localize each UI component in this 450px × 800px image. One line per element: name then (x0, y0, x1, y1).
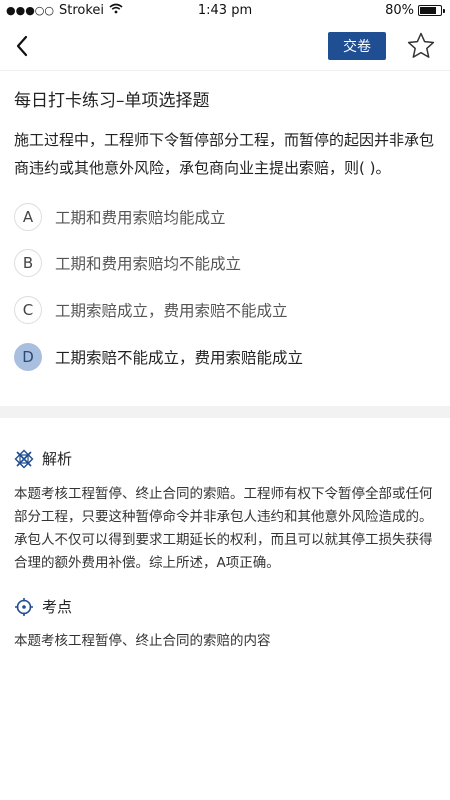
analysis-header: 解析 (14, 448, 72, 469)
analysis-icon (14, 449, 34, 468)
key-point-header: 考点 (14, 596, 72, 617)
nav-bar: 交卷 (0, 22, 450, 71)
option-a[interactable]: A 工期和费用索赔均能成立 (14, 200, 434, 234)
target-icon (15, 597, 33, 616)
status-right: 80% (385, 3, 445, 18)
key-point-title: 考点 (42, 598, 73, 616)
option-letter: C (14, 296, 42, 324)
analysis-title: 解析 (42, 450, 73, 468)
option-letter: B (14, 249, 42, 277)
option-text: 工期索赔不能成立，费用索赔能成立 (55, 349, 304, 367)
option-b[interactable]: B 工期和费用索赔均不能成立 (14, 246, 434, 280)
battery-percent: 80% (385, 3, 414, 18)
back-button[interactable] (10, 32, 34, 60)
battery-tip (443, 9, 445, 13)
status-bar: ●●●○○ Strokei 1:43 pm 80% (0, 0, 450, 22)
option-letter-selected: D (14, 343, 42, 371)
star-icon (407, 32, 435, 58)
option-c[interactable]: C 工期索赔成立，费用索赔不能成立 (14, 293, 434, 327)
section-divider (0, 406, 450, 418)
option-letter: A (14, 203, 42, 231)
submit-exam-button[interactable]: 交卷 (328, 32, 386, 60)
status-time: 1:43 pm (197, 3, 253, 18)
battery-fill (420, 7, 436, 14)
favorite-button[interactable] (404, 29, 438, 63)
battery-icon (418, 5, 445, 16)
option-text: 工期索赔成立，费用索赔不能成立 (55, 302, 288, 320)
analysis-text: 本题考核工程暂停、终止合同的索赔。工程师有权下令暂停全部或任何部分工程，只要这种… (14, 486, 433, 571)
chevron-left-icon (16, 35, 28, 57)
section-title: 每日打卡练习–单项选择题 (14, 91, 210, 111)
key-point-text: 本题考核工程暂停、终止合同的索赔的内容 (14, 633, 271, 649)
option-text: 工期和费用索赔均不能成立 (55, 255, 242, 273)
question-text: 施工过程中，工程师下令暂停部分工程，而暂停的起因并非承包商违约或其他意外风险，承… (14, 131, 435, 177)
option-text: 工期和费用索赔均能成立 (55, 209, 226, 227)
option-d[interactable]: D 工期索赔不能成立，费用索赔能成立 (14, 340, 434, 374)
